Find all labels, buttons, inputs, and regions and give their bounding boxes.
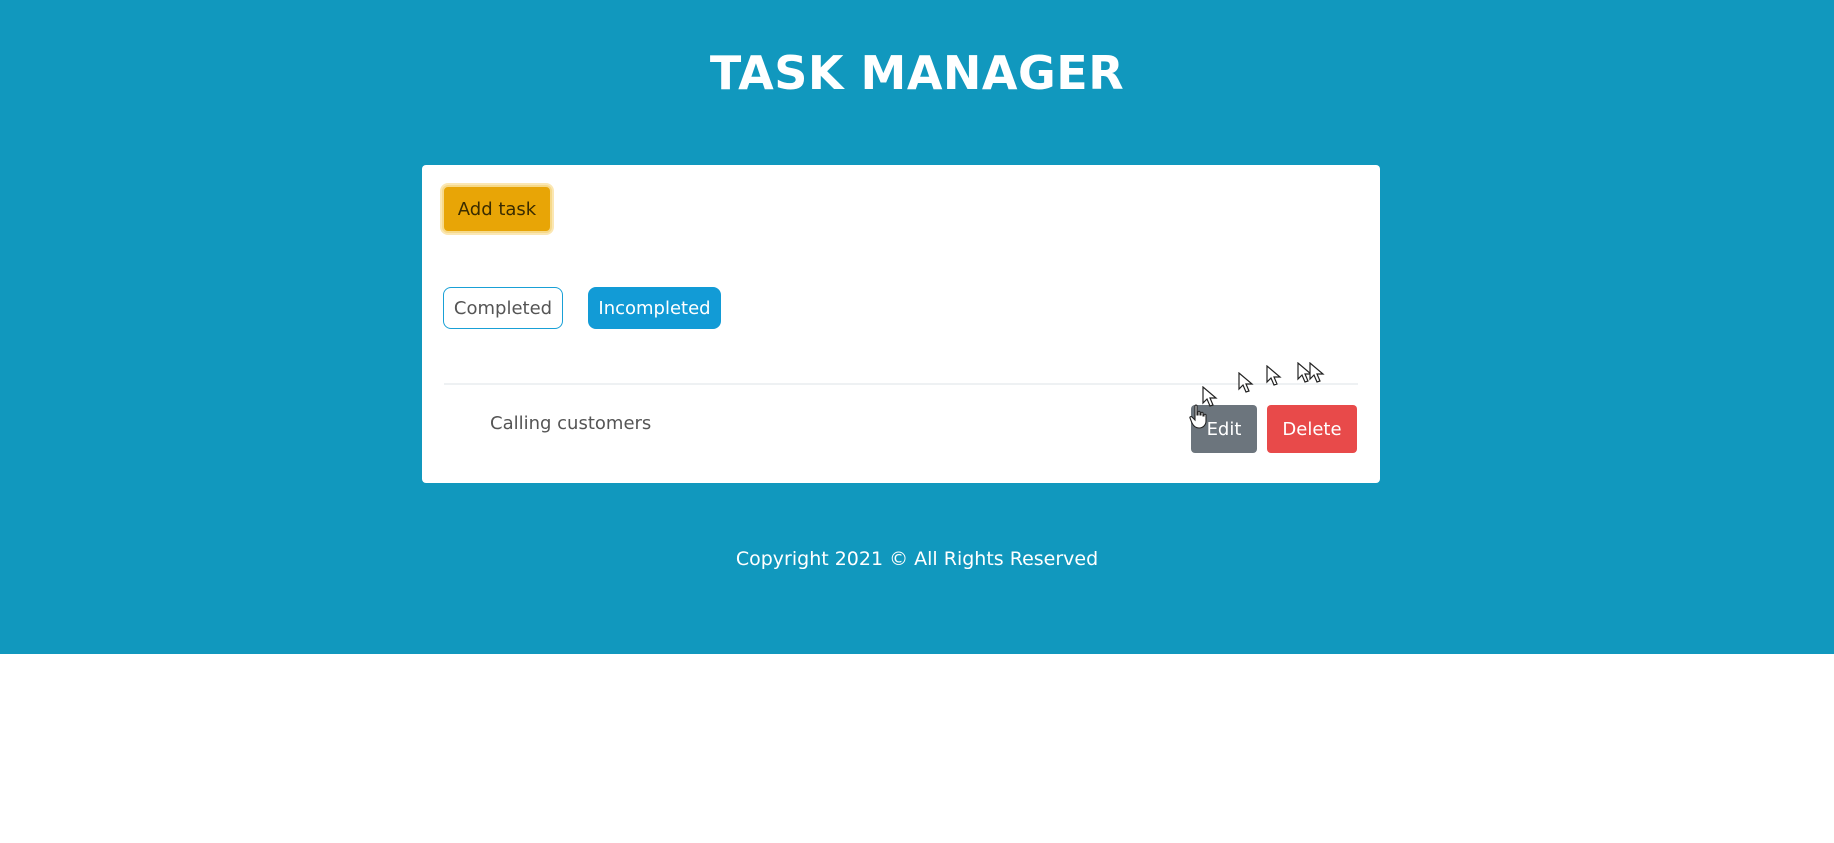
footer-copyright: Copyright 2021 © All Rights Reserved xyxy=(735,548,1099,570)
task-row: Calling customers Edit Delete xyxy=(444,385,1358,465)
filter-incompleted-button[interactable]: Incompleted xyxy=(588,287,721,329)
task-card: Add task Completed Incompleted Calling c… xyxy=(422,165,1380,483)
task-title: Calling customers xyxy=(490,413,652,434)
hand-pointer-icon xyxy=(1189,404,1207,429)
mouse-pointer-icon xyxy=(1266,365,1282,386)
filter-completed-button[interactable]: Completed xyxy=(443,287,563,329)
delete-button[interactable]: Delete xyxy=(1267,405,1357,453)
mouse-pointer-icon xyxy=(1238,372,1254,393)
mouse-pointer-icon xyxy=(1309,362,1325,383)
page-title: TASK MANAGER xyxy=(709,46,1125,100)
add-task-button[interactable]: Add task xyxy=(442,185,552,233)
